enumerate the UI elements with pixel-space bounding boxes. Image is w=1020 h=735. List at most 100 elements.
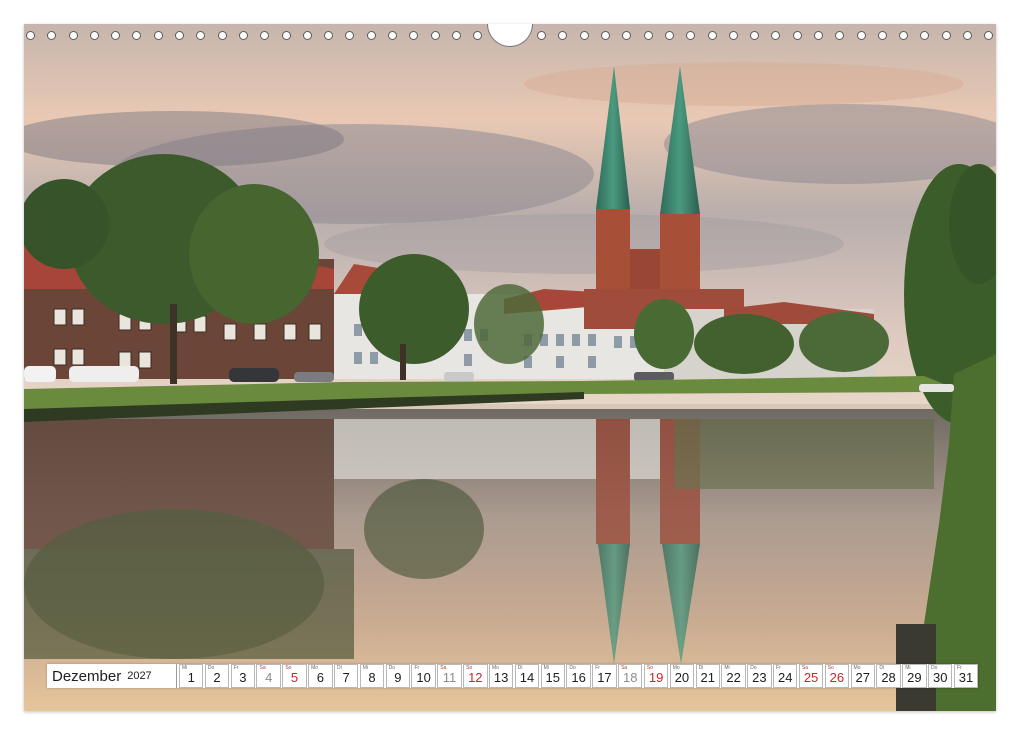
calendar-page: [24, 24, 996, 711]
day-cell: Mo 27: [850, 664, 875, 688]
binding-hole: [111, 30, 121, 40]
lubeck-cathedral-photo: [24, 24, 996, 711]
binding-hole: [792, 30, 802, 40]
day-cells: Mi 1 Do 2 Fr 3 Sa 4 So 5 Mo 6 Di 7 Mi 8 Do 9 Fr 10 Sa 11 So 12 M…: [177, 664, 979, 688]
day-cell: Do 2: [204, 664, 230, 688]
day-number: 9: [394, 670, 402, 685]
binding-hole: [132, 30, 142, 40]
day-number: 15: [545, 670, 561, 685]
binding-hole: [281, 30, 291, 40]
day-number: 14: [519, 670, 535, 685]
day-cell: Do 23: [747, 664, 772, 688]
day-cell: Fr 17: [592, 664, 617, 688]
binding-hole: [89, 30, 99, 40]
binding-hole: [558, 30, 568, 40]
day-cell: So 26: [824, 664, 850, 688]
binding-hole: [899, 30, 909, 40]
binding-hole: [324, 30, 334, 40]
day-cell: Mo 6: [308, 664, 333, 688]
day-cell: Di 21: [695, 664, 720, 688]
binding-hole: [771, 30, 781, 40]
day-cell: Di 14: [514, 664, 540, 688]
binding-hole: [68, 30, 78, 40]
day-number: 11: [442, 670, 457, 685]
day-number: 6: [316, 670, 324, 685]
binding-hole: [388, 30, 398, 40]
day-number: 2: [213, 670, 221, 685]
day-number: 21: [700, 670, 715, 685]
binding-hole: [877, 30, 887, 40]
day-number: 29: [907, 670, 922, 685]
month-name: Dezember: [52, 667, 122, 685]
day-cell: Mi 8: [359, 664, 385, 688]
binding-hole: [813, 30, 823, 40]
binding-hole: [366, 30, 376, 40]
binding-hole: [963, 30, 973, 40]
day-number: 26: [829, 670, 845, 685]
day-cell: Di 28: [876, 664, 901, 688]
day-cell: So 19: [643, 664, 669, 688]
spiral-binding-holes: [24, 27, 996, 43]
binding-hole: [622, 30, 632, 40]
day-number: 5: [290, 670, 299, 685]
day-number: 19: [648, 670, 664, 685]
binding-hole: [196, 30, 206, 40]
day-number: 22: [726, 670, 741, 685]
binding-hole: [345, 30, 355, 40]
binding-hole: [728, 30, 738, 40]
day-cell: Mi 15: [540, 664, 565, 688]
binding-hole: [153, 30, 163, 40]
day-number: 20: [674, 670, 690, 685]
binding-hole: [707, 30, 717, 40]
day-cell: Mo 20: [669, 664, 695, 688]
day-number: 3: [239, 670, 247, 685]
binding-hole: [643, 30, 653, 40]
binding-hole: [47, 30, 57, 40]
day-number: 13: [493, 670, 509, 685]
day-number: 24: [778, 670, 793, 685]
day-number: 23: [752, 670, 767, 685]
cloud: [524, 62, 964, 106]
day-cell: Fr 10: [411, 664, 436, 688]
day-cell: Sa 18: [618, 664, 643, 688]
binding-hole: [941, 30, 951, 40]
day-cell: Do 9: [385, 664, 411, 688]
day-number: 25: [803, 670, 819, 685]
day-number: 30: [932, 670, 948, 685]
month-year: 2027: [127, 670, 152, 682]
month-label: Dezember 2027: [47, 664, 177, 688]
day-cell: Fr 24: [773, 664, 798, 688]
day-cell: Sa 11: [437, 664, 462, 688]
binding-hole: [579, 30, 589, 40]
binding-hole: [238, 30, 248, 40]
binding-hole: [302, 30, 312, 40]
binding-hole: [920, 30, 930, 40]
binding-hole: [175, 30, 185, 40]
binding-hole: [26, 30, 35, 40]
day-cell: Fr 31: [953, 664, 979, 688]
day-number: 8: [368, 670, 376, 685]
binding-hole: [750, 30, 760, 40]
day-cell: Mo 13: [488, 664, 514, 688]
binding-hole: [856, 30, 866, 40]
binding-hole: [430, 30, 440, 40]
day-number: 18: [623, 670, 638, 685]
binding-hole: [537, 30, 547, 40]
binding-hole: [260, 30, 270, 40]
day-number: 16: [571, 670, 586, 685]
binding-hole: [217, 30, 227, 40]
calendar-strip: Dezember 2027 Mi 1 Do 2 Fr 3 Sa 4 So 5 Mo 6 Di 7 Mi 8 Do…: [47, 664, 979, 688]
binding-hole: [601, 30, 611, 40]
day-number: 17: [597, 670, 612, 685]
day-number: 10: [416, 670, 431, 685]
binding-hole: [473, 30, 483, 40]
day-number: 1: [187, 670, 195, 685]
binding-hole: [409, 30, 419, 40]
day-cell: Di 7: [333, 664, 359, 688]
day-number: 4: [265, 670, 273, 685]
day-number: 12: [468, 670, 483, 685]
day-cell: Sa 4: [256, 664, 281, 688]
day-cell: Fr 3: [230, 664, 256, 688]
day-cell: Do 30: [928, 664, 953, 688]
binding-hole: [686, 30, 696, 40]
